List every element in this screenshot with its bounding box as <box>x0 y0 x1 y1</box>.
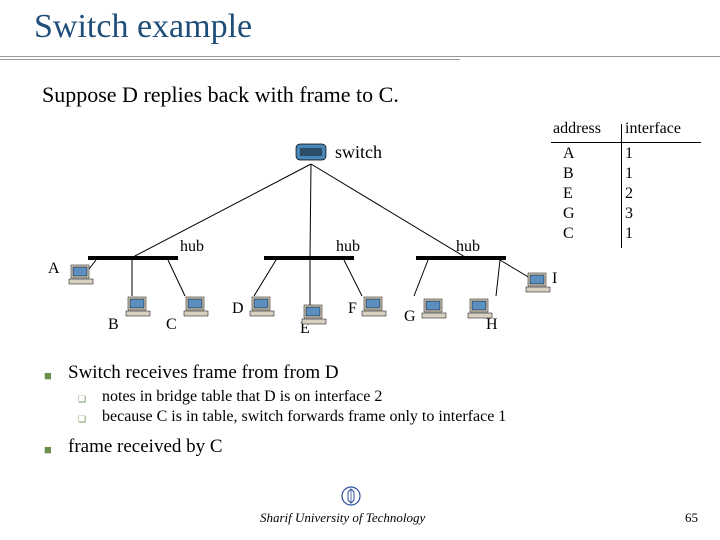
td-addr-col: A B E G C <box>553 144 615 244</box>
pc-icon-I <box>524 270 552 294</box>
node-label-A: A <box>48 260 60 278</box>
slide-subtitle: Suppose D replies back with frame to C. <box>42 82 399 108</box>
bullet-2: frame received by C <box>68 436 223 458</box>
bullet-1: Switch receives frame from from D <box>68 362 339 384</box>
network-diagram: switch hub hub hub A B C D E F <box>0 120 720 360</box>
td-iface-col: 1 1 2 3 1 <box>615 144 675 244</box>
title-rule-short <box>0 59 460 60</box>
bridge-table: address interface A B E G C 1 1 2 3 1 <box>553 120 695 244</box>
table-row: A <box>563 144 615 164</box>
table-row: 3 <box>625 204 675 224</box>
pc-icon-D <box>248 294 276 318</box>
table-row: G <box>563 204 615 224</box>
pc-icon-F <box>360 294 388 318</box>
node-label-I: I <box>552 270 557 288</box>
sub-bullet-icon: ❏ <box>78 414 86 425</box>
sub-bullet-1b: because C is in table, switch forwards f… <box>102 408 506 426</box>
node-label-C: C <box>166 316 177 334</box>
table-row: B <box>563 164 615 184</box>
sub-bullet-1a: notes in bridge table that D is on inter… <box>102 388 382 406</box>
slide-title: Switch example <box>34 8 252 46</box>
pc-icon-G <box>420 296 448 320</box>
node-label-B: B <box>108 316 119 334</box>
table-row: 2 <box>625 184 675 204</box>
pc-icon-A <box>67 262 95 286</box>
table-header: address interface <box>553 120 695 138</box>
pc-icon-B <box>124 294 152 318</box>
table-row: C <box>563 224 615 244</box>
table-row: E <box>563 184 615 204</box>
th-address: address <box>553 120 625 138</box>
node-label-G: G <box>404 308 416 326</box>
table-vline <box>621 124 622 248</box>
bullet-icon: ■ <box>44 442 52 458</box>
node-label-D: D <box>232 300 244 318</box>
pc-icon-C <box>182 294 210 318</box>
sub-bullet-icon: ❏ <box>78 394 86 405</box>
th-interface: interface <box>625 120 695 138</box>
university-logo-icon <box>341 486 361 506</box>
pc-icon-E <box>300 302 328 326</box>
bullet-icon: ■ <box>44 368 52 384</box>
title-rule-full <box>0 56 720 57</box>
pc-icon-H <box>466 296 494 320</box>
table-row: 1 <box>625 224 675 244</box>
node-label-F: F <box>348 300 357 318</box>
footer-text: Sharif University of Technology <box>260 510 425 526</box>
table-row: 1 <box>625 144 675 164</box>
table-row: 1 <box>625 164 675 184</box>
page-number: 65 <box>685 510 698 526</box>
table-hline <box>551 142 701 143</box>
